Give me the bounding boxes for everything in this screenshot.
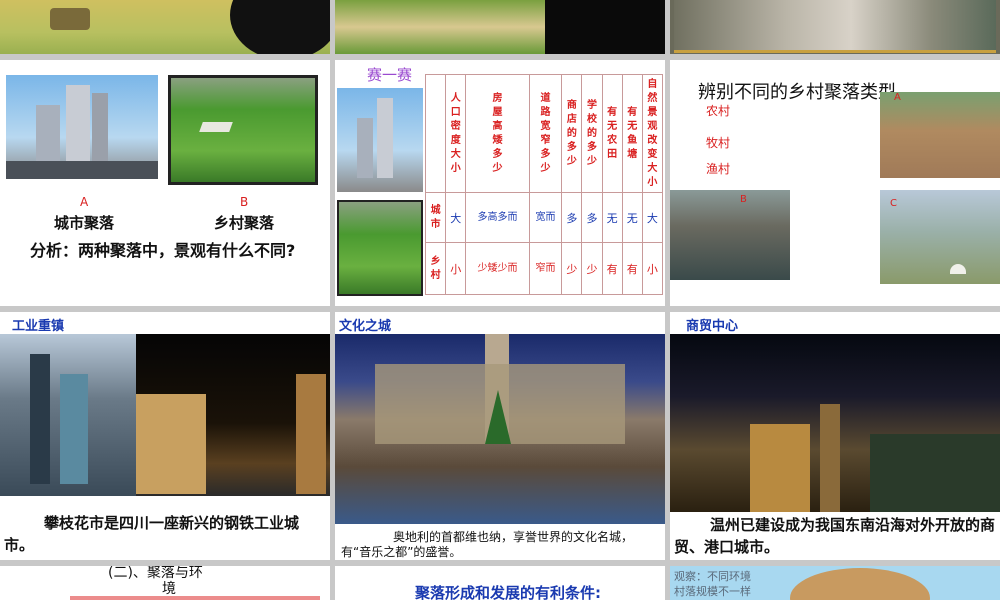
slide-cartoon-field[interactable]	[0, 0, 330, 54]
slide-favorable-conditions[interactable]: 聚落形成和发展的有利条件:	[335, 566, 665, 600]
caption-village: 乡村聚落	[214, 214, 275, 232]
header-cell: 商店的多少	[561, 74, 583, 193]
slide12-line2: 村落规模不一样	[674, 585, 751, 598]
slide10-line1: (二)、聚落与环	[108, 566, 203, 581]
slide-industrial-town[interactable]: 工业重镇 攀枝花市是四川一座新兴的钢铁工业城市。	[0, 312, 330, 560]
village-thumb-image	[337, 200, 423, 296]
red-text-fragment	[70, 596, 320, 600]
comparison-table: 人口密度大小 房屋高矮多少 道路宽窄多少 商店的多少 学校的多少 有无农田 有无…	[424, 74, 664, 295]
slide10-line2: 境	[162, 581, 176, 597]
city-cell: 无	[621, 192, 643, 243]
slide-trade-center[interactable]: 商贸中心 温州已建设成为我国东南沿海对外开放的商贸、港口城市。	[670, 312, 1000, 560]
slide11-text: 聚落形成和发展的有利条件:	[415, 584, 601, 600]
village-cell: 小	[445, 242, 467, 295]
label-a: A	[80, 195, 89, 209]
caption-city: 城市聚落	[54, 214, 115, 232]
header-cell: 道路宽窄多少	[528, 74, 563, 193]
dark-hill-shape	[230, 0, 330, 54]
city-cell: 多高多而	[465, 192, 530, 243]
slide-cartoon-village[interactable]	[335, 0, 665, 54]
slide7-label: 工业重镇	[12, 319, 65, 334]
slide8-label: 文化之城	[339, 319, 392, 334]
village-cell: 少	[581, 242, 603, 295]
slide-city-stadium[interactable]	[670, 0, 1000, 54]
vienna-cityhall-image	[335, 334, 665, 524]
city-skyline-image	[6, 75, 158, 179]
photo-label-c: C	[890, 198, 897, 209]
slide12-line1: 观察：不同环境	[674, 570, 751, 583]
city-cell: 多	[561, 192, 583, 243]
header-cell: 有无鱼塘	[621, 74, 643, 193]
rural-type-farm: 农村	[706, 104, 731, 118]
black-panel-shape	[545, 0, 665, 54]
slide9-label: 商贸中心	[686, 319, 739, 334]
fishing-village-image: B	[670, 190, 790, 280]
slide-comparison-table[interactable]: 赛一赛 人口密度大小 房屋高矮多少 道路宽窄多少 商店的多少 学校的多少 有无农…	[335, 60, 665, 306]
wenzhou-night-image	[670, 334, 1000, 512]
village-cell: 小	[641, 242, 664, 295]
village-cell: 有	[601, 242, 623, 295]
rural-type-fishing: 渔村	[706, 162, 731, 176]
village-cell: 少矮少而	[465, 242, 530, 295]
label-b: B	[240, 195, 249, 209]
slide6-title: 辨别不同的乡村聚落类型	[698, 82, 896, 103]
header-cell: 有无农田	[601, 74, 623, 193]
steel-plant-image	[0, 334, 136, 496]
slide-rural-types[interactable]: 辨别不同的乡村聚落类型 农村 牧村 渔村 A B C	[670, 60, 1000, 306]
slide5-title: 赛一赛	[367, 66, 413, 84]
village-cell: 有	[621, 242, 643, 295]
row-label-city: 城市	[424, 192, 447, 243]
header-cell: 人口密度大小	[445, 74, 467, 193]
slide-city-vs-village[interactable]: A B 城市聚落 乡村聚落 分析：两种聚落中，景观有什么不同?	[0, 60, 330, 306]
slide-cultural-city[interactable]: 文化之城 奥地利的首都维也纳，享誉世界的文化名城， 有“音乐之都”的盛誉。	[335, 312, 665, 560]
photo-label-a: A	[894, 92, 901, 103]
rural-type-pasture: 牧村	[706, 136, 731, 150]
corner-cell	[424, 74, 447, 193]
header-cell: 房屋高矮多少	[465, 74, 530, 193]
row-label-village: 乡村	[424, 242, 447, 295]
terrace-fields-image: A	[880, 92, 1000, 178]
slide-village-scale[interactable]: 观察：不同环境 村落规模不一样	[670, 566, 1000, 600]
night-street-image	[136, 334, 330, 496]
slide9-text: 温州已建设成为我国东南沿海对外开放的商贸、港口城市。	[674, 516, 996, 556]
slide-settlement-environment[interactable]: (二)、聚落与环 境	[0, 566, 330, 600]
header-cell: 自然景观改变大小	[641, 74, 664, 193]
mountain-cartoon-image	[790, 568, 930, 600]
city-thumb-image	[337, 88, 423, 192]
photo-label-b: B	[740, 194, 747, 205]
slide7-text: 攀枝花市是四川一座新兴的钢铁工业城市。	[4, 514, 300, 554]
slide8-text-line2: 有“音乐之都”的盛誉。	[341, 545, 462, 559]
city-cell: 大	[641, 192, 664, 243]
city-cell: 无	[601, 192, 623, 243]
village-fields-image	[168, 75, 318, 185]
pasture-yurt-image: C	[880, 190, 1000, 284]
header-cell: 学校的多少	[581, 74, 603, 193]
stadium-aerial-image	[674, 0, 996, 53]
analysis-question: 分析：两种聚落中，景观有什么不同?	[30, 241, 296, 260]
city-cell: 多	[581, 192, 603, 243]
village-cell: 窄而	[528, 242, 563, 295]
village-cell: 少	[561, 242, 583, 295]
city-cell: 大	[445, 192, 467, 243]
city-cell: 宽而	[528, 192, 563, 243]
hut-shape	[50, 8, 90, 30]
